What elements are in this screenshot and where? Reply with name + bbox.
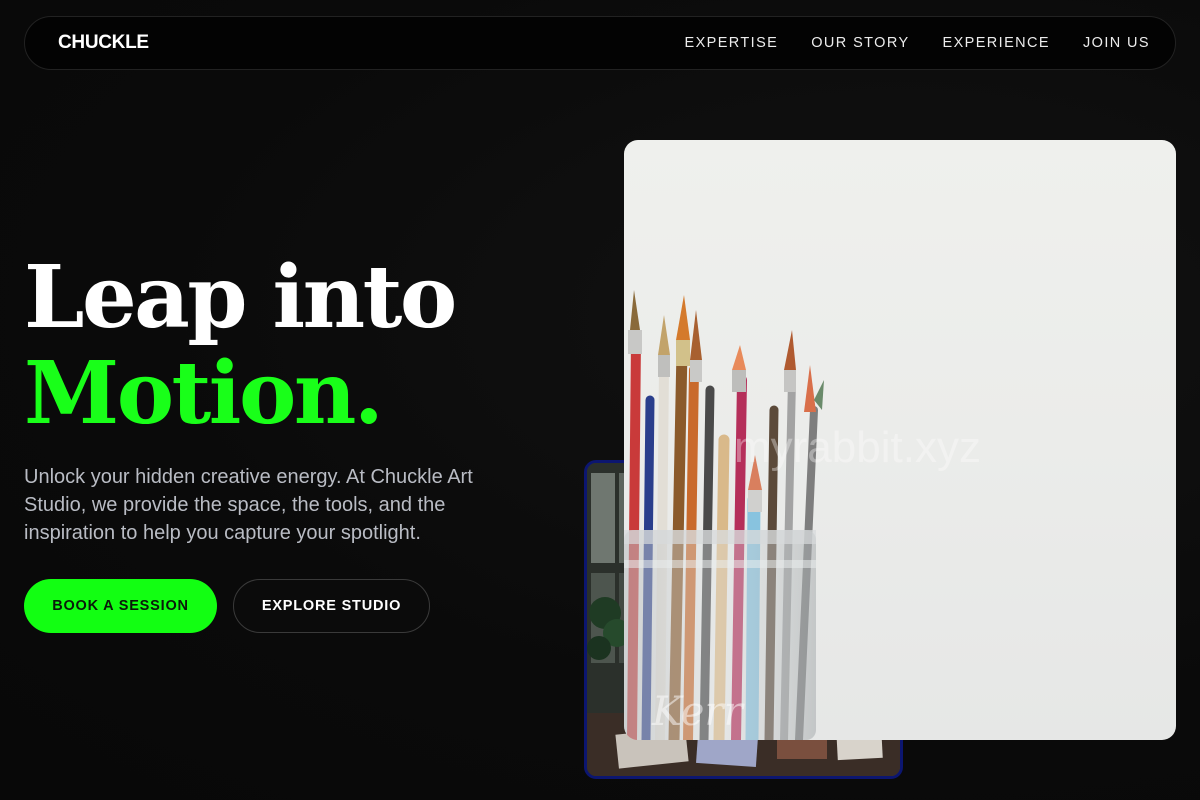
paintbrush-jar-photo: Kerr myrabbit.xyz xyxy=(624,140,1176,740)
jar-lettering: Kerr xyxy=(651,689,746,735)
hero-title-line-2: Motion. xyxy=(24,343,384,444)
explore-studio-button[interactable]: EXPLORE STUDIO xyxy=(233,579,430,633)
hero-title-line-1: Leap into xyxy=(24,247,457,348)
nav-link-expertise[interactable]: EXPERTISE xyxy=(685,35,779,51)
nav-link-experience[interactable]: EXPERIENCE xyxy=(943,35,1050,51)
top-navigation: CHUCKLE EXPERTISE OUR STORY EXPERIENCE J… xyxy=(24,16,1176,70)
nav-links: EXPERTISE OUR STORY EXPERIENCE JOIN US xyxy=(685,35,1151,51)
photo-watermark: myrabbit.xyz xyxy=(734,423,981,472)
landing-page: CHUCKLE EXPERTISE OUR STORY EXPERIENCE J… xyxy=(0,0,1200,800)
paintbrush-jar-illustration: Kerr myrabbit.xyz xyxy=(624,290,981,740)
hero-title: Leap into Motion. xyxy=(24,247,457,444)
hero-description: Unlock your hidden creative energy. At C… xyxy=(24,466,473,544)
nav-link-our-story[interactable]: OUR STORY xyxy=(811,35,909,51)
book-a-session-button[interactable]: BOOK A SESSION xyxy=(24,579,217,633)
brand-logo[interactable]: CHUCKLE xyxy=(58,32,149,54)
nav-link-join-us[interactable]: JOIN US xyxy=(1083,35,1150,51)
